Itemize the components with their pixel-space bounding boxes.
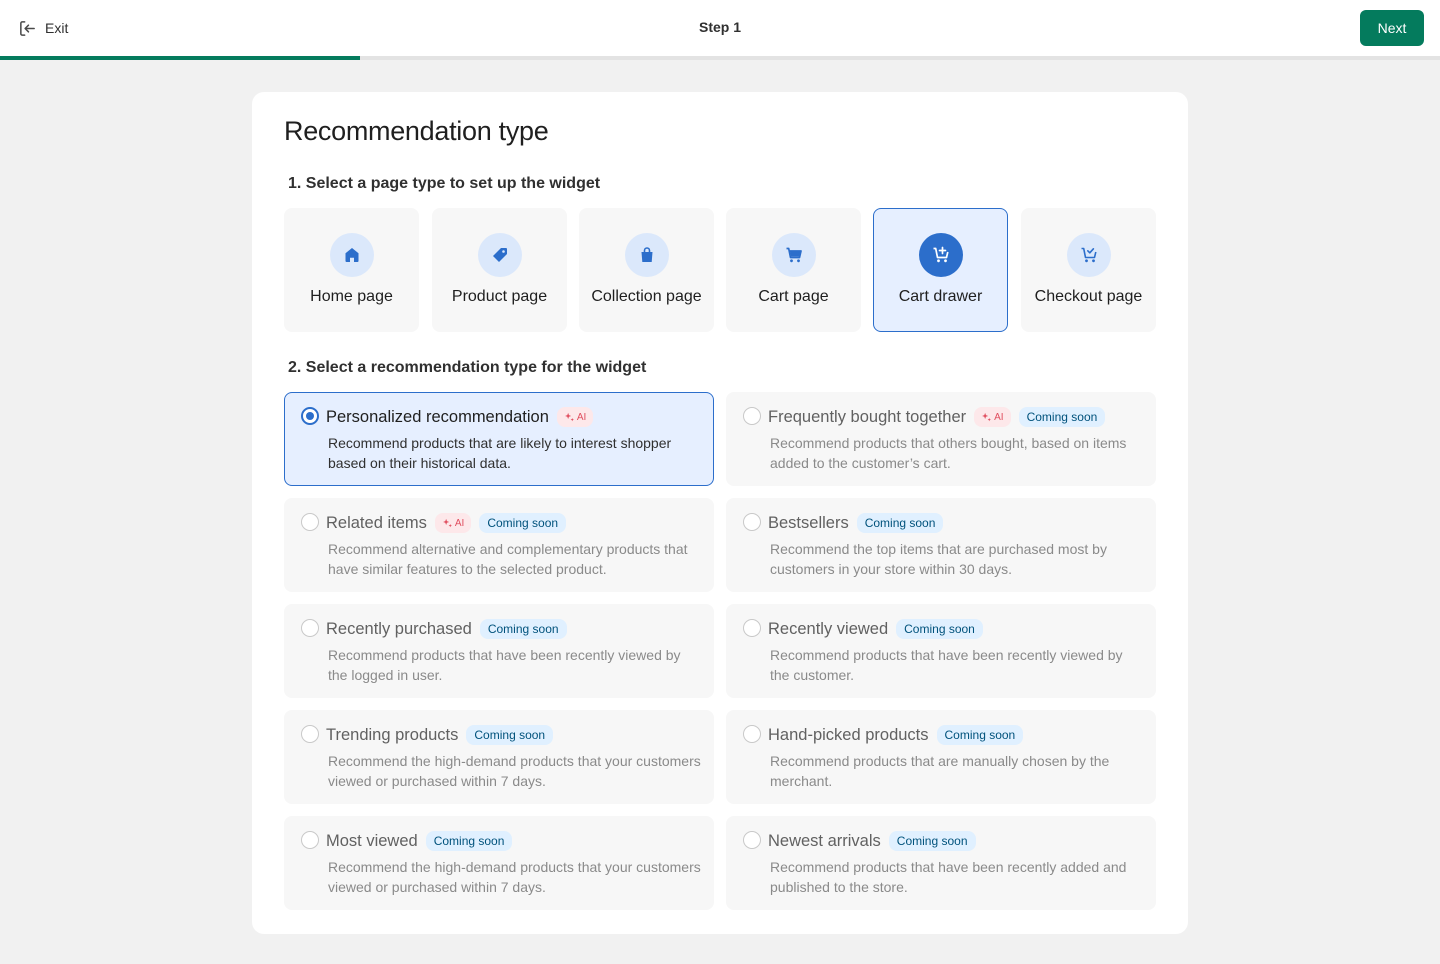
option-radio[interactable] bbox=[301, 831, 319, 849]
progress-fill bbox=[0, 56, 360, 60]
coming-soon-badge: Coming soon bbox=[466, 725, 554, 745]
option-radio[interactable] bbox=[743, 831, 761, 849]
sparkle-icon bbox=[981, 412, 992, 423]
option-description: Recommend products that are manually cho… bbox=[770, 753, 1110, 789]
page-type-collection-page[interactable]: Collection page bbox=[579, 208, 714, 332]
step-title: Step 1 bbox=[698, 19, 741, 35]
option-radio[interactable] bbox=[301, 407, 319, 425]
option-radio[interactable] bbox=[743, 725, 761, 743]
option-header: Frequently bought together AI Coming soon bbox=[768, 406, 1106, 428]
option-radio[interactable] bbox=[301, 619, 319, 637]
page-type-label: Checkout page bbox=[1034, 288, 1143, 305]
option-header: Personalized recommendation AI bbox=[326, 406, 594, 428]
page-type-label: Home page bbox=[310, 288, 393, 305]
coming-soon-badge: Coming soon bbox=[896, 619, 983, 639]
option-radio[interactable] bbox=[301, 513, 319, 531]
coming-soon-badge: Coming soon bbox=[888, 831, 976, 851]
option-description: Recommend products that others bought, b… bbox=[770, 435, 1127, 471]
option-title: Newest arrivals bbox=[768, 831, 881, 850]
option-header: Most viewed Coming soon bbox=[326, 830, 513, 852]
option-header: Bestsellers Coming soon bbox=[768, 512, 944, 534]
sparkle-icon bbox=[442, 518, 453, 529]
coming-soon-badge: Coming soon bbox=[936, 725, 1024, 745]
progress-bar bbox=[0, 56, 1440, 60]
option-header: Recently viewed Coming soon bbox=[768, 618, 983, 640]
recommendation-option-related-items[interactable]: Related items AI Coming soon Recommend alte… bbox=[284, 498, 714, 592]
coming-soon-badge: Coming soon bbox=[479, 513, 567, 533]
page-title: Recommendation type bbox=[284, 116, 549, 146]
ai-badge: AI bbox=[434, 513, 472, 533]
option-title: Recently viewed bbox=[768, 619, 889, 638]
top-bar: Exit Step 1 Next bbox=[0, 0, 1440, 56]
shopping-bag-icon bbox=[624, 233, 669, 277]
option-title: Recently purchased bbox=[326, 619, 472, 638]
recommendation-option-hand-picked-products[interactable]: Hand-picked products Coming soon Recommend… bbox=[726, 710, 1156, 804]
home-icon bbox=[329, 233, 374, 277]
recommendation-option-personalized-recommendation[interactable]: Personalized recommendation AI Recommend p… bbox=[284, 392, 714, 486]
option-title: Trending products bbox=[326, 725, 459, 744]
cart-plus-icon bbox=[918, 233, 963, 277]
cart-check-icon bbox=[1066, 233, 1111, 277]
option-header: Trending products Coming soon bbox=[326, 724, 554, 746]
recommendation-type-card: Recommendation type 1. Select a page typ… bbox=[252, 92, 1188, 934]
coming-soon-badge: Coming soon bbox=[1018, 407, 1106, 427]
option-header: Recently purchased Coming soon bbox=[326, 618, 567, 640]
next-button[interactable]: Next bbox=[1360, 10, 1424, 46]
option-description: Recommend products that have been recent… bbox=[770, 859, 1127, 895]
recommendation-option-recently-viewed[interactable]: Recently viewed Coming soon Recommend prod… bbox=[726, 604, 1156, 698]
option-radio[interactable] bbox=[743, 619, 761, 637]
recommendation-option-bestsellers[interactable]: Bestsellers Coming soon Recommend the top … bbox=[726, 498, 1156, 592]
option-title: Bestsellers bbox=[768, 513, 849, 532]
sparkle-icon bbox=[564, 412, 575, 423]
recommendation-section-label: 2. Select a recommendation type for the … bbox=[288, 359, 647, 376]
cart-icon bbox=[771, 233, 816, 277]
option-title: Frequently bought together bbox=[768, 407, 967, 426]
coming-soon-badge: Coming soon bbox=[856, 513, 944, 533]
option-description: Recommend the high-demand products that … bbox=[328, 859, 701, 895]
recommendation-option-newest-arrivals[interactable]: Newest arrivals Coming soon Recommend prod… bbox=[726, 816, 1156, 910]
page-type-label: Product page bbox=[451, 288, 548, 305]
ai-badge-label: AI bbox=[454, 517, 465, 529]
recommendation-option-trending-products[interactable]: Trending products Coming soon Recommend th… bbox=[284, 710, 714, 804]
option-header: Related items AI Coming soon bbox=[326, 512, 567, 534]
recommendation-option-frequently-bought-together[interactable]: Frequently bought together AI Coming soon R… bbox=[726, 392, 1156, 486]
option-radio[interactable] bbox=[743, 513, 761, 531]
option-description: Recommend products that have been recent… bbox=[770, 647, 1123, 683]
page-type-home-page[interactable]: Home page bbox=[284, 208, 419, 332]
page-type-checkout-page[interactable]: Checkout page bbox=[1021, 208, 1156, 332]
recommendation-option-most-viewed[interactable]: Most viewed Coming soon Recommend the high… bbox=[284, 816, 714, 910]
recommendation-option-recently-purchased[interactable]: Recently purchased Coming soon Recommend p… bbox=[284, 604, 714, 698]
option-title: Most viewed bbox=[326, 831, 418, 850]
option-title: Related items bbox=[326, 513, 427, 532]
ai-badge-label: AI bbox=[994, 411, 1004, 423]
page-type-label: Cart page bbox=[758, 288, 829, 305]
option-radio[interactable] bbox=[301, 725, 319, 743]
page-type-options: Home page Product page Collection page Cart… bbox=[284, 208, 1156, 332]
page-type-label: Cart drawer bbox=[898, 288, 983, 305]
page-type-product-page[interactable]: Product page bbox=[432, 208, 567, 332]
option-description: Recommend alternative and complementary … bbox=[328, 541, 688, 577]
option-description: Recommend the high-demand products that … bbox=[328, 753, 701, 789]
option-header: Hand-picked products Coming soon bbox=[768, 724, 1024, 746]
option-header: Newest arrivals Coming soon bbox=[768, 830, 976, 852]
page-type-cart-page[interactable]: Cart page bbox=[726, 208, 861, 332]
coming-soon-badge: Coming soon bbox=[425, 831, 513, 851]
option-description: Recommend the top items that are purchas… bbox=[770, 541, 1107, 577]
page-type-section-label: 1. Select a page type to set up the widg… bbox=[288, 175, 601, 192]
option-title: Personalized recommendation bbox=[326, 407, 549, 426]
ai-badge: AI bbox=[556, 407, 594, 427]
ai-badge-label: AI bbox=[576, 411, 587, 423]
option-radio[interactable] bbox=[743, 407, 761, 425]
option-description: Recommend products that are likely to in… bbox=[328, 435, 672, 471]
page-type-cart-drawer[interactable]: Cart drawer bbox=[873, 208, 1008, 332]
option-description: Recommend products that have been recent… bbox=[328, 647, 681, 683]
tag-icon bbox=[477, 233, 522, 277]
ai-badge: AI bbox=[974, 407, 1011, 427]
option-title: Hand-picked products bbox=[768, 725, 929, 744]
page-type-label: Collection page bbox=[591, 288, 702, 305]
coming-soon-badge: Coming soon bbox=[479, 619, 567, 639]
